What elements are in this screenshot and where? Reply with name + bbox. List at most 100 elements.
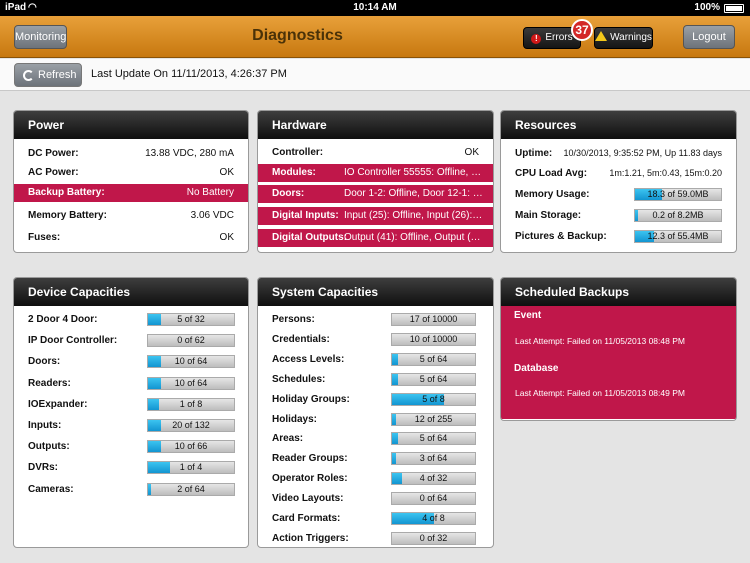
error-icon: ! <box>531 34 542 44</box>
nav-bar: Monitoring Diagnostics ! Errors 37 Warnin… <box>0 16 750 58</box>
row-label: Memory Usage: <box>515 189 590 200</box>
backup-event-title: Event <box>514 310 542 321</box>
row-value: No Battery <box>186 187 234 198</box>
row-label: Outputs: <box>28 441 70 453</box>
row-label: Cameras: <box>28 483 74 495</box>
capacity-row: Holidays: 12 of 255 <box>258 411 493 429</box>
row-label: Operator Roles: <box>272 473 348 485</box>
row-label: CPU Load Avg: <box>515 168 588 179</box>
row-label: Pictures & Backup: <box>515 231 607 242</box>
hardware-row-doors[interactable]: Doors: Door 1-2: Offline, Door 12-1: Off… <box>258 185 493 203</box>
hardware-row-digital-outputs[interactable]: Digital Outputs: Output (41): Offline, O… <box>258 229 493 247</box>
row-label: Access Levels: <box>272 353 345 365</box>
panel-title: Hardware <box>258 111 493 139</box>
resources-panel: Resources Uptime: 10/30/2013, 9:35:52 PM… <box>500 110 737 253</box>
row-label: Doors: <box>28 356 61 368</box>
capacity-row: Video Layouts: 0 of 64 <box>258 490 493 508</box>
row-value: Output (41): Offline, Output (42):... <box>344 232 483 243</box>
bar-text: 5 of 64 <box>419 433 448 444</box>
row-label: IOExpander: <box>28 398 88 410</box>
bar-fill <box>148 441 162 453</box>
resources-row-storage: Main Storage: 0.2 of 8.2MB <box>501 207 736 225</box>
row-value: 10/30/2013, 9:35:52 PM, Up 11.83 days <box>563 148 722 158</box>
capacity-row: Readers: 10 of 64 <box>14 375 248 393</box>
bar-text: 10 of 64 <box>174 377 208 388</box>
row-label: Backup Battery: <box>28 187 105 198</box>
capacity-row: IP Door Controller: 0 of 62 <box>14 332 248 350</box>
resources-row-pictures: Pictures & Backup: 12.3 of 55.4MB <box>501 228 736 246</box>
backup-database-status: Last Attempt: Failed on 11/05/2013 08:49… <box>515 388 685 398</box>
capacity-bar: 0 of 32 <box>391 531 476 545</box>
capacity-row: 2 Door 4 Door: 5 of 32 <box>14 311 248 329</box>
capacity-bar: 5 of 8 <box>391 392 476 406</box>
bar-fill <box>635 210 638 221</box>
bar-text: 1 of 4 <box>179 462 203 473</box>
row-label: Schedules: <box>272 373 326 385</box>
capacity-row: Persons: 17 of 10000 <box>258 311 493 329</box>
backup-database-title: Database <box>514 363 559 374</box>
bar-fill <box>148 462 170 474</box>
main-storage-bar: 0.2 of 8.2MB <box>634 209 722 222</box>
capacity-bar: 10 of 66 <box>147 440 235 454</box>
bar-fill <box>148 398 159 410</box>
logout-button[interactable]: Logout <box>683 25 735 49</box>
row-label: Credentials: <box>272 333 330 345</box>
bar-text: 0.2 of 8.2MB <box>652 210 704 220</box>
battery-percent: 100% <box>694 2 720 13</box>
row-label: Card Formats: <box>272 513 341 524</box>
refresh-icon <box>23 70 34 81</box>
capacity-row: Areas: 5 of 64 <box>258 430 493 448</box>
capacity-row: Access Levels: 5 of 64 <box>258 351 493 369</box>
capacity-bar: 1 of 4 <box>147 461 235 475</box>
bar-text: 3 of 64 <box>419 453 448 464</box>
power-row-memory: Memory Battery: 3.06 VDC <box>14 207 248 225</box>
hardware-row-digital-inputs[interactable]: Digital Inputs: Input (25): Offline, Inp… <box>258 207 493 225</box>
capacity-row: Holiday Groups: 5 of 8 <box>258 391 493 409</box>
row-label: Memory Battery: <box>28 210 107 221</box>
scheduled-backups-panel: Scheduled Backups Event Last Attempt: Fa… <box>500 277 737 421</box>
pictures-backup-bar: 12.3 of 55.4MB <box>634 230 722 243</box>
device-capacities-panel: Device Capacities 2 Door 4 Door: 5 of 32 I… <box>13 277 249 548</box>
capacity-bar: 2 of 64 <box>147 482 235 496</box>
bar-text: 20 of 132 <box>172 420 210 430</box>
bar-text: 10 of 10000 <box>409 333 458 344</box>
row-label: Inputs: <box>28 420 62 431</box>
toolbar: Refresh Last Update On 11/11/2013, 4:26:… <box>0 59 750 91</box>
clock: 10:14 AM <box>353 2 397 13</box>
backup-list: Event Last Attempt: Failed on 11/05/2013… <box>501 306 736 419</box>
row-label: AC Power: <box>28 167 79 178</box>
bar-fill <box>392 473 403 485</box>
bar-fill <box>148 483 151 495</box>
panel-title: Power <box>14 111 248 139</box>
capacity-row: Credentials: 10 of 10000 <box>258 331 493 349</box>
bar-fill <box>148 377 162 389</box>
backup-event-status: Last Attempt: Failed on 11/05/2013 08:48… <box>515 336 685 346</box>
bar-text: 5 of 32 <box>177 314 205 324</box>
ios-status-bar: iPad ◠ 10:14 AM 100% <box>0 0 750 16</box>
bar-text: 0 of 64 <box>419 493 448 504</box>
capacity-bar: 4 of 32 <box>391 472 476 486</box>
refresh-button[interactable]: Refresh <box>14 63 82 87</box>
capacity-bar: 10 of 64 <box>147 376 235 390</box>
capacity-bar: 1 of 8 <box>147 397 235 411</box>
row-label: Video Layouts: <box>272 493 344 505</box>
bar-fill <box>392 433 399 445</box>
capacity-bar: 10 of 10000 <box>391 332 476 346</box>
capacity-row: DVRs: 1 of 4 <box>14 459 248 477</box>
capacity-row: Reader Groups: 3 of 64 <box>258 450 493 468</box>
row-label: Holiday Groups: <box>272 393 350 405</box>
row-label: Readers: <box>28 377 71 389</box>
bar-text: 0 of 62 <box>177 335 205 346</box>
bar-text: 4 of 8 <box>422 513 445 523</box>
hardware-row-modules[interactable]: Modules: IO Controller 55555: Offline, D… <box>258 164 493 182</box>
warnings-label: Warnings <box>610 32 652 43</box>
battery-icon <box>724 4 744 13</box>
capacity-row: Schedules: 5 of 64 <box>258 371 493 389</box>
capacity-bar: 5 of 64 <box>391 372 476 386</box>
power-row-dc: DC Power: 13.88 VDC, 280 mA <box>14 145 248 163</box>
warnings-button[interactable]: Warnings <box>594 27 653 49</box>
row-value: Door 1-2: Offline, Door 12-1: Offl... <box>344 188 483 199</box>
last-update-text: Last Update On 11/11/2013, 4:26:37 PM <box>91 68 287 80</box>
bar-text: 4 of 32 <box>419 473 448 484</box>
bar-fill <box>392 373 399 385</box>
